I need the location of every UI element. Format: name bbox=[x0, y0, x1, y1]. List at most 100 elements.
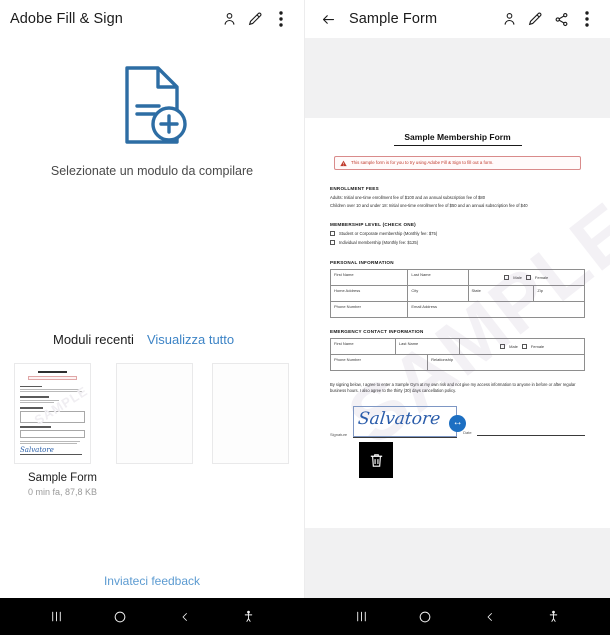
signature-label: Signature bbox=[330, 431, 348, 437]
thumb-signature-line bbox=[20, 453, 83, 455]
form-card-label: Sample Form 0 min fa, 87,8 KB bbox=[14, 472, 97, 497]
recent-form-card[interactable] bbox=[212, 363, 290, 497]
field-emergency-last-name[interactable]: Last Name bbox=[394, 338, 461, 355]
thumb-table bbox=[20, 430, 85, 439]
checkbox-female[interactable] bbox=[521, 344, 527, 349]
back-icon[interactable] bbox=[172, 604, 198, 630]
emergency-contact-heading: EMERGENCY CONTACT INFORMATION bbox=[330, 329, 424, 334]
emergency-contact-table: First Name Last Name Male Female Phone N… bbox=[329, 338, 585, 371]
navbar-left bbox=[0, 598, 305, 635]
enrollment-line: Children over 10 and under 18: Initial o… bbox=[330, 203, 528, 208]
checkbox-female[interactable] bbox=[525, 275, 531, 280]
form-thumbnail-empty[interactable] bbox=[212, 363, 290, 464]
signature-field[interactable]: Salvatore ↔ bbox=[353, 405, 467, 438]
person-icon[interactable] bbox=[496, 4, 522, 34]
document-add-icon[interactable] bbox=[113, 62, 191, 148]
table-row: First Name Last Name Male Female bbox=[329, 269, 586, 286]
signature-line bbox=[353, 436, 458, 438]
share-icon[interactable] bbox=[548, 4, 574, 34]
thumb-line bbox=[20, 443, 78, 445]
field-gender[interactable]: Male Female bbox=[467, 269, 586, 286]
recent-form-card[interactable] bbox=[116, 363, 194, 497]
membership-option[interactable]: Student or Corporate membership (Monthly… bbox=[330, 231, 585, 236]
thumb-alert-bar bbox=[27, 376, 78, 380]
right-app-bar: Sample Form bbox=[305, 0, 610, 38]
document-viewer[interactable]: SAMPLE Sample Membership Form This sampl… bbox=[305, 38, 610, 598]
field-emergency-first-name[interactable]: First Name bbox=[330, 338, 396, 355]
form-thumbnail-empty[interactable] bbox=[116, 363, 194, 464]
recents-icon[interactable] bbox=[43, 604, 69, 630]
checkbox-male[interactable] bbox=[500, 344, 506, 349]
field-zip[interactable]: Zip bbox=[533, 285, 585, 302]
delete-signature-button[interactable] bbox=[359, 442, 393, 478]
system-navigation-bars bbox=[0, 598, 610, 635]
field-first-name[interactable]: First Name bbox=[329, 269, 409, 286]
enrollment-heading: ENROLLMENT FEES bbox=[330, 186, 379, 191]
recent-forms-header: Moduli recenti Visualizza tutto bbox=[0, 332, 304, 347]
table-row: Phone Number Email Address bbox=[329, 301, 585, 318]
left-app-bar: Adobe Fill & Sign bbox=[0, 0, 304, 38]
sample-form-alert: This sample form is for you to try using… bbox=[334, 156, 581, 170]
app-title: Adobe Fill & Sign bbox=[10, 11, 123, 27]
label-female: Female bbox=[534, 275, 549, 280]
view-all-link[interactable]: Visualizza tutto bbox=[147, 332, 234, 347]
accessibility-icon[interactable] bbox=[236, 604, 262, 630]
label-female: Female bbox=[530, 344, 545, 349]
alert-text: This sample form is for you to try using… bbox=[351, 160, 494, 166]
resize-horizontal-icon[interactable]: ↔ bbox=[449, 414, 467, 432]
personal-info-table: First Name Last Name Male Female Home Ad… bbox=[329, 269, 586, 318]
warning-triangle-icon bbox=[340, 160, 347, 166]
home-icon[interactable] bbox=[107, 604, 133, 630]
empty-state: Selezionate un modulo da compilare bbox=[0, 38, 304, 178]
membership-heading: MEMBERSHIP LEVEL (CHECK ONE) bbox=[330, 222, 416, 227]
form-heading: Sample Membership Form bbox=[404, 132, 511, 142]
thumb-heading bbox=[20, 396, 49, 399]
gender-options: Male Female bbox=[472, 272, 581, 284]
enrollment-line: Adults: Initial one-time enrollment fee … bbox=[330, 195, 486, 200]
accessibility-icon[interactable] bbox=[541, 604, 567, 630]
field-emergency-gender[interactable]: Male Female bbox=[459, 338, 585, 355]
form-meta: 0 min fa, 87,8 KB bbox=[28, 487, 98, 497]
overflow-menu-icon[interactable] bbox=[574, 4, 600, 34]
field-emergency-phone[interactable]: Phone Number bbox=[329, 354, 429, 371]
person-icon[interactable] bbox=[216, 4, 242, 34]
signature-value: Salvatore bbox=[357, 408, 442, 429]
field-state[interactable]: State bbox=[467, 285, 535, 302]
checkbox-individual[interactable] bbox=[330, 240, 335, 245]
table-row: Home Address City State Zip bbox=[329, 285, 585, 302]
signature-selection-box[interactable]: Salvatore bbox=[353, 405, 458, 437]
checkbox-student-corporate[interactable] bbox=[330, 231, 335, 236]
thumbnail-preview: SAMPLE Salvatore bbox=[15, 364, 90, 463]
field-phone-number[interactable]: Phone Number bbox=[329, 301, 409, 318]
trash-icon bbox=[370, 453, 382, 467]
back-arrow-icon[interactable] bbox=[315, 4, 341, 34]
signature-row: Signature Salvatore ↔ Date bbox=[330, 405, 585, 438]
table-row: Phone Number Relationship bbox=[329, 354, 585, 371]
field-home-address[interactable]: Home Address bbox=[329, 285, 409, 302]
field-relationship[interactable]: Relationship bbox=[427, 354, 585, 371]
field-last-name[interactable]: Last Name bbox=[407, 269, 469, 286]
empty-state-message: Selezionate un modulo da compilare bbox=[50, 164, 254, 178]
gender-options: Male Female bbox=[463, 341, 581, 353]
membership-option[interactable]: Individual membership (Monthly fee: $125… bbox=[330, 240, 585, 245]
split-screen-panes: Adobe Fill & Sign Selezionate un modulo … bbox=[0, 0, 610, 598]
back-icon[interactable] bbox=[477, 604, 503, 630]
form-thumbnail[interactable]: SAMPLE Salvatore bbox=[14, 363, 91, 464]
field-email-address[interactable]: Email Address bbox=[407, 301, 585, 318]
personal-info-heading: PERSONAL INFORMATION bbox=[330, 260, 394, 265]
home-icon[interactable] bbox=[412, 604, 438, 630]
screenshot-root: Adobe Fill & Sign Selezionate un modulo … bbox=[0, 0, 610, 635]
date-field[interactable]: Date bbox=[463, 430, 585, 438]
field-city[interactable]: City bbox=[407, 285, 469, 302]
checkbox-male[interactable] bbox=[504, 275, 510, 280]
overflow-menu-icon[interactable] bbox=[268, 4, 294, 34]
recent-form-card[interactable]: SAMPLE Salvatore Sample Form 0 min fa, 8… bbox=[14, 363, 97, 497]
pen-icon[interactable] bbox=[522, 4, 548, 34]
pen-icon[interactable] bbox=[242, 4, 268, 34]
recents-icon[interactable] bbox=[348, 604, 374, 630]
feedback-link[interactable]: Inviateci feedback bbox=[0, 574, 304, 588]
agreement-text: By signing below, I agree to enter a Sam… bbox=[330, 382, 576, 393]
date-label: Date bbox=[463, 429, 472, 435]
